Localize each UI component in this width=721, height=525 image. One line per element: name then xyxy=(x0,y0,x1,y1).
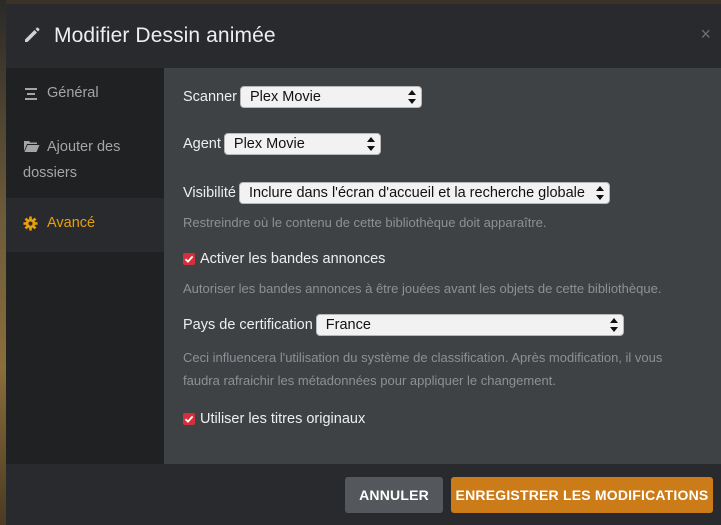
sidebar-item-label: Général xyxy=(47,85,99,101)
scanner-select[interactable]: Plex Movie xyxy=(240,86,423,108)
agent-value: Plex Movie xyxy=(233,136,305,152)
advanced-settings-panel: Scanner Plex Movie Agent Plex Movie Visi… xyxy=(164,68,721,464)
trailers-row: Activer les bandes annonces xyxy=(183,251,702,267)
trailers-help: Autoriser les bandes annonces à être jou… xyxy=(183,281,662,296)
visibility-select[interactable]: Inclure dans l'écran d'accueil et la rec… xyxy=(238,182,610,204)
checkmark-icon xyxy=(184,415,194,423)
checkmark-icon xyxy=(184,255,194,263)
cancel-button[interactable]: ANNULER xyxy=(345,476,443,513)
dialog-title: Modifier Dessin animée xyxy=(54,24,276,47)
save-changes-button[interactable]: ENREGISTRER LES MODIFICATIONS xyxy=(451,476,713,513)
folder-icon xyxy=(23,137,41,161)
select-arrows-icon xyxy=(366,137,375,151)
certification-label: Pays de certification xyxy=(183,317,313,333)
sidebar-item-general[interactable]: Général xyxy=(6,68,164,122)
certification-help: Ceci influencera l'utilisation du systèm… xyxy=(183,346,702,392)
scanner-label: Scanner xyxy=(183,89,238,105)
agent-row: Agent Plex Movie xyxy=(183,133,702,155)
list-icon xyxy=(23,85,41,109)
sidebar-item-add-folders[interactable]: Ajouter des dossiers xyxy=(6,122,164,198)
select-arrows-icon xyxy=(595,186,604,200)
certification-select[interactable]: France xyxy=(315,314,624,336)
certification-value: France xyxy=(325,317,371,333)
select-arrows-icon xyxy=(609,318,618,332)
scanner-value: Plex Movie xyxy=(250,89,321,105)
gear-icon xyxy=(23,215,41,239)
visibility-value: Inclure dans l'écran d'accueil et la rec… xyxy=(248,185,585,201)
agent-select[interactable]: Plex Movie xyxy=(223,133,381,155)
select-arrows-icon xyxy=(408,90,417,104)
trailers-checkbox[interactable] xyxy=(183,253,195,265)
dialog-body: Général Ajouter des dossiers Avancé Scan… xyxy=(6,68,721,464)
certification-help-line: Ceci influencera l'utilisation du systèm… xyxy=(183,350,663,365)
agent-label: Agent xyxy=(183,136,221,152)
pencil-icon xyxy=(22,25,44,47)
dialog-header: Modifier Dessin animée × xyxy=(6,4,721,68)
visibility-row: Visibilité Inclure dans l'écran d'accuei… xyxy=(183,182,702,204)
dialog-footer: ANNULER ENREGISTRER LES MODIFICATIONS xyxy=(6,464,721,525)
scanner-row: Scanner Plex Movie xyxy=(183,86,702,108)
original-titles-label[interactable]: Utiliser les titres originaux xyxy=(200,411,365,427)
trailers-label[interactable]: Activer les bandes annonces xyxy=(200,251,385,267)
certification-row: Pays de certification France xyxy=(183,314,702,336)
close-button[interactable]: × xyxy=(700,24,711,45)
original-titles-checkbox[interactable] xyxy=(183,413,195,425)
visibility-label: Visibilité xyxy=(183,185,236,201)
original-titles-row: Utiliser les titres originaux xyxy=(183,411,702,427)
settings-sidebar: Général Ajouter des dossiers Avancé xyxy=(6,68,164,464)
sidebar-item-label: Avancé xyxy=(47,215,96,231)
certification-help-line: faudra rafraichir les métadonnées pour a… xyxy=(183,373,556,388)
visibility-help: Restreindre où le contenu de cette bibli… xyxy=(183,215,547,230)
edit-library-dialog: Modifier Dessin animée × Général Ajouter… xyxy=(6,4,721,525)
sidebar-item-advanced[interactable]: Avancé xyxy=(6,198,164,252)
